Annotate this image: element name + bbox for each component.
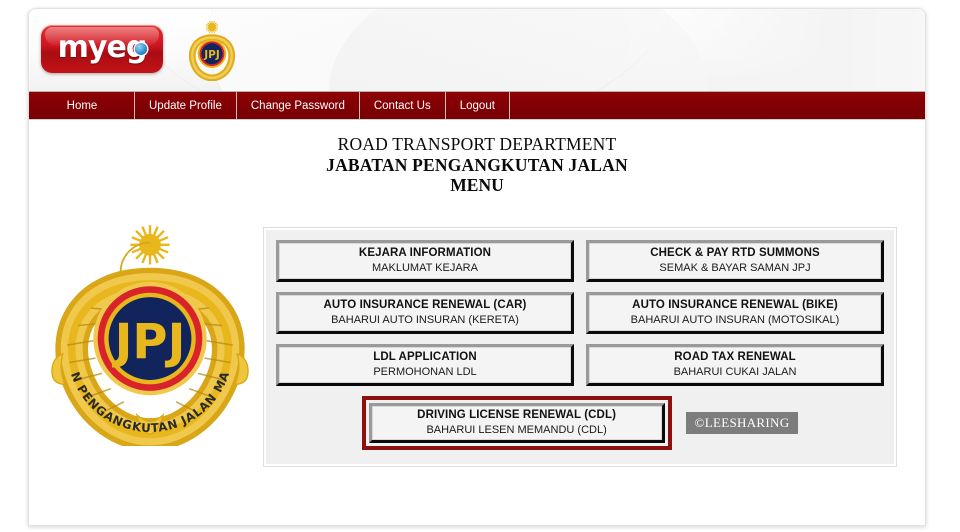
menu-button-label-en: CHECK & PAY RTD SUMMONS — [650, 247, 820, 259]
nav-label: Logout — [459, 99, 495, 112]
content-area: ROAD TRANSPORT DEPARTMENT JABATAN PENGAN… — [29, 120, 925, 525]
globe-dot-icon — [135, 43, 147, 55]
banner-swoosh-graphic — [209, 9, 629, 91]
jpj-monogram: JPJ — [112, 314, 186, 370]
nav-label: Contact Us — [373, 99, 431, 112]
nav-label: Home — [66, 99, 98, 112]
myeg-logo[interactable]: myeg — [41, 25, 163, 73]
menu-button-auto-insurance-renewal-bike[interactable]: AUTO INSURANCE RENEWAL (BIKE) BAHARUI AU… — [586, 292, 884, 334]
menu-button-label-en: DRIVING LICENSE RENEWAL (CDL) — [417, 409, 617, 421]
nav-item-home[interactable]: Home — [29, 92, 135, 119]
menu-button-label-en: AUTO INSURANCE RENEWAL (CAR) — [323, 299, 527, 311]
menu-button-ldl-application[interactable]: LDL APPLICATION PERMOHONAN LDL — [276, 344, 574, 386]
menu-button-label-en: LDL APPLICATION — [373, 351, 477, 363]
menu-button-kejara-information[interactable]: KEJARA INFORMATION MAKLUMAT KEJARA — [276, 240, 574, 282]
nav-label: Update Profile — [149, 99, 222, 112]
menu-button-label-ms: BAHARUI LESEN MEMANDU (CDL) — [426, 423, 607, 436]
menu-button-label-ms: BAHARUI AUTO INSURAN (MOTOSIKAL) — [630, 313, 840, 326]
nav-filler — [510, 92, 925, 119]
menu-button-label-en: ROAD TAX RENEWAL — [674, 351, 796, 363]
page-title-ms: JABATAN PENGANGKUTAN JALAN — [326, 154, 628, 175]
menu-button-label-ms: MAKLUMAT KEJARA — [372, 261, 478, 274]
menu-button-label-ms: BAHARUI AUTO INSURAN (KERETA) — [331, 313, 519, 326]
page-title: ROAD TRANSPORT DEPARTMENT JABATAN PENGAN… — [29, 120, 925, 196]
svg-text:JPJ: JPJ — [203, 49, 220, 61]
menu-button-check-pay-rtd-summons[interactable]: CHECK & PAY RTD SUMMONS SEMAK & BAYAR SA… — [586, 240, 884, 282]
banner-right-fade — [625, 9, 925, 91]
menu-button-road-tax-renewal[interactable]: ROAD TAX RENEWAL BAHARUI CUKAI JALAN — [586, 344, 884, 386]
nav-item-contact-us[interactable]: Contact Us — [360, 92, 446, 119]
menu-button-driving-license-renewal-cdl[interactable]: DRIVING LICENSE RENEWAL (CDL) BAHARUI LE… — [368, 403, 665, 443]
watermark: ©LEESHARING — [685, 412, 799, 434]
menu-button-auto-insurance-renewal-car[interactable]: AUTO INSURANCE RENEWAL (CAR) BAHARUI AUT… — [276, 292, 574, 334]
menu-button-label-en: KEJARA INFORMATION — [358, 247, 492, 259]
browser-page-frame: myeg JPJ Home Update Profile Change Pass… — [28, 8, 926, 526]
nav-item-update-profile[interactable]: Update Profile — [135, 92, 237, 119]
service-menu-grid: KEJARA INFORMATION MAKLUMAT KEJARA CHECK… — [276, 240, 884, 386]
jpj-emblem-header: JPJ — [181, 19, 243, 82]
cdl-row: DRIVING LICENSE RENEWAL (CDL) BAHARUI LE… — [276, 396, 884, 450]
page-title-menu: MENU — [450, 175, 504, 196]
header-banner: myeg JPJ — [29, 9, 925, 91]
menu-button-label-en: AUTO INSURANCE RENEWAL (BIKE) — [632, 299, 838, 311]
menu-button-label-ms: BAHARUI CUKAI JALAN — [673, 365, 797, 378]
menu-button-label-ms: PERMOHONAN LDL — [373, 365, 477, 378]
jpj-emblem-large: JPJ JABATAN PENGANGKUTAN JALAN MALAYSIA — [35, 208, 259, 451]
nav-label: Change Password — [250, 99, 345, 112]
cdl-highlight-annotation: DRIVING LICENSE RENEWAL (CDL) BAHARUI LE… — [361, 396, 672, 450]
main-navigation: Home Update Profile Change Password Cont… — [29, 91, 925, 120]
nav-item-logout[interactable]: Logout — [446, 92, 510, 119]
page-title-en: ROAD TRANSPORT DEPARTMENT — [337, 134, 617, 154]
menu-button-label-ms: SEMAK & BAYAR SAMAN JPJ — [659, 261, 811, 274]
nav-item-change-password[interactable]: Change Password — [237, 92, 360, 119]
service-menu-panel: KEJARA INFORMATION MAKLUMAT KEJARA CHECK… — [263, 227, 897, 467]
